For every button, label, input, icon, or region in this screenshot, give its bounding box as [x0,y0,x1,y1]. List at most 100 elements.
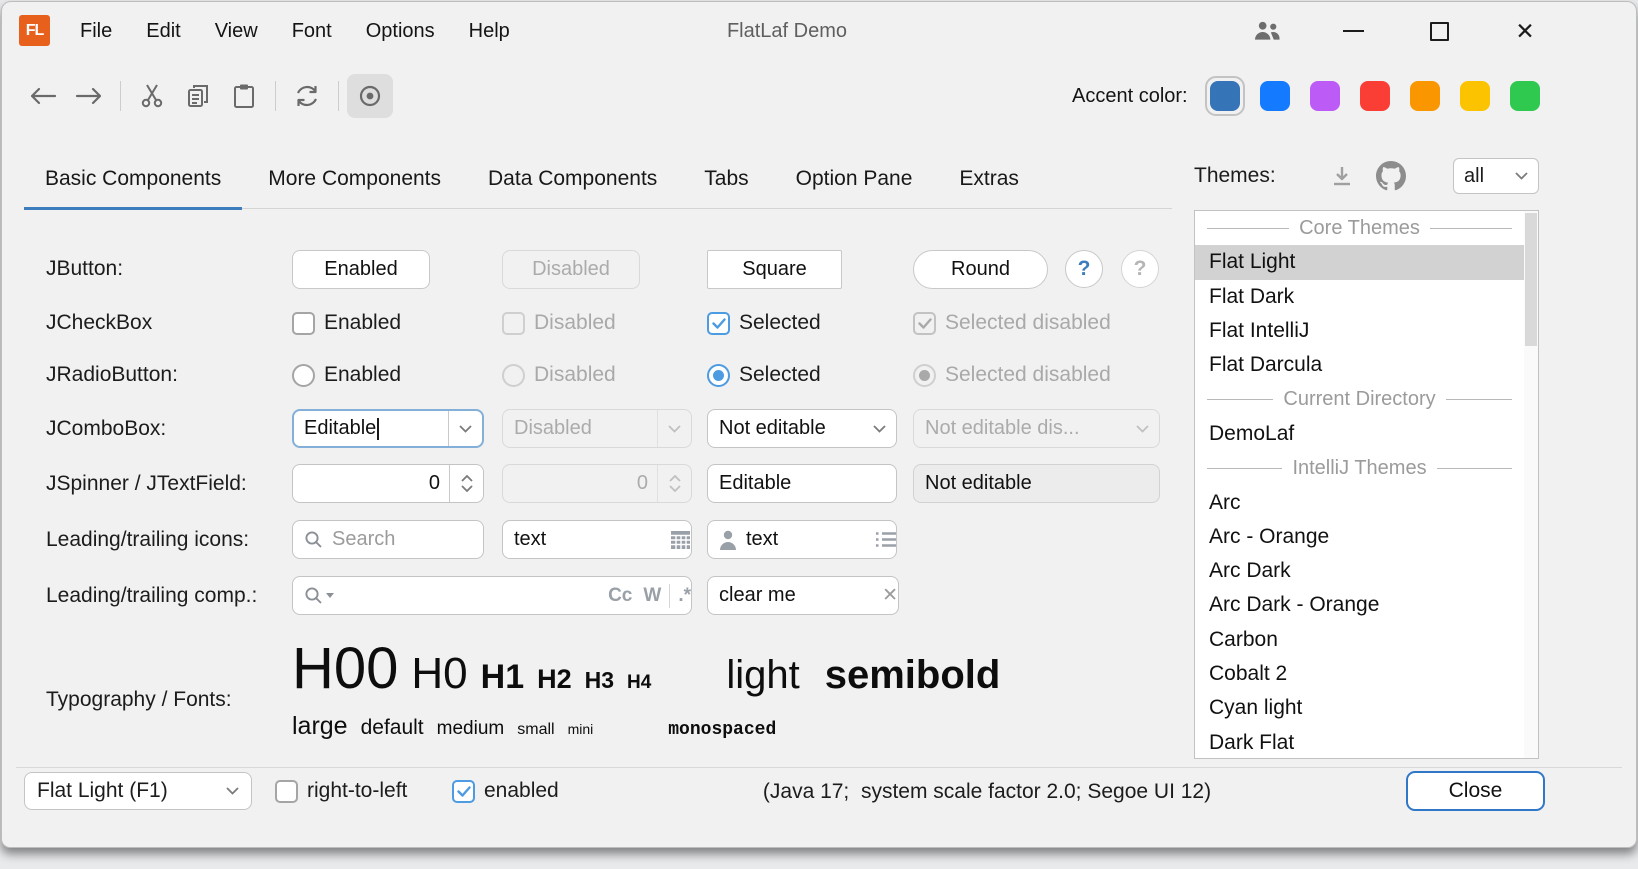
chevron-down-icon[interactable] [862,410,896,447]
enabled-button[interactable]: Enabled [292,250,430,289]
editable-combobox[interactable]: Editable [292,409,484,448]
theme-list-item[interactable]: Cyan light [1195,691,1524,725]
menu-help[interactable]: Help [469,20,510,43]
forward-button[interactable] [66,74,112,118]
tab-option-pane[interactable]: Option Pane [775,150,934,208]
clearable-field[interactable]: clear me ✕ [707,576,899,615]
h1-sample: H1 [481,658,524,697]
accent-swatch-default-blue[interactable] [1210,81,1240,111]
paste-button[interactable] [221,74,267,118]
radio-icon [292,364,315,387]
theme-list-item[interactable]: Flat Dark [1195,280,1524,314]
theme-list-item[interactable]: Arc Dark - Orange [1195,588,1524,622]
regex-toggle[interactable]: .* [678,585,691,607]
help-button[interactable]: ? [1065,250,1103,288]
radio-selected[interactable]: Selected [707,360,821,390]
calendar-icon[interactable] [670,530,691,549]
square-button[interactable]: Square [707,250,842,289]
theme-list-item[interactable]: Arc [1195,485,1524,519]
search-field-with-options[interactable]: Cc W .* [292,576,692,615]
spinner-buttons[interactable] [449,465,483,502]
noneditable-combobox[interactable]: Not editable [707,409,897,448]
users-icon[interactable] [1254,18,1280,44]
radio-selected-icon [707,364,730,387]
tab-basic-components[interactable]: Basic Components [24,150,242,208]
menu-bar: File Edit View Font Options Help [80,2,510,60]
close-dialog-button[interactable]: Close [1406,771,1545,811]
match-case-toggle[interactable]: Cc [608,585,632,607]
clear-icon[interactable]: ✕ [882,584,898,607]
show-hint-toggle-button[interactable] [347,74,393,118]
theme-list-item[interactable]: Flat Light [1195,245,1524,279]
accent-swatch-purple[interactable] [1310,81,1340,111]
tab-tabs[interactable]: Tabs [683,150,769,208]
menu-file[interactable]: File [80,20,112,43]
accent-swatch-green[interactable] [1510,81,1540,111]
checkbox-label: Disabled [534,311,616,335]
theme-list-item[interactable]: Flat Darcula [1195,348,1524,382]
list-icon[interactable] [875,531,896,548]
cut-button[interactable] [129,74,175,118]
checkbox-checked-icon [452,780,475,803]
themes-list: Core Themes Flat Light Flat Dark Flat In… [1194,210,1539,759]
maximize-button[interactable] [1426,18,1452,44]
theme-list-item[interactable]: Carbon [1195,623,1524,657]
disabled-button: Disabled [502,250,640,289]
checkbox-selected-disabled: Selected disabled [913,308,1111,338]
close-button[interactable]: ✕ [1512,18,1538,44]
accent-color-picker: Accent color: [1072,68,1540,124]
menu-edit[interactable]: Edit [146,20,180,43]
github-icon[interactable] [1376,161,1406,191]
download-icon[interactable] [1330,164,1354,188]
theme-list-item[interactable]: Dark Flat [1195,725,1524,759]
search-field[interactable]: Search [292,520,484,559]
chevron-down-icon[interactable] [448,411,482,446]
window-controls: ✕ [1254,2,1538,60]
refresh-button[interactable] [284,74,330,118]
leading-trailing-icons-row-label: Leading/trailing icons: [46,528,249,552]
text-field-with-calendar[interactable]: text [502,520,692,559]
jcheckbox-row-label: JCheckBox [46,311,152,335]
theme-list-item[interactable]: Arc Dark [1195,554,1524,588]
themes-filter-combobox[interactable]: all [1453,158,1539,194]
minimize-button[interactable] [1340,18,1366,44]
checkbox-icon [292,312,315,335]
accent-swatch-yellow[interactable] [1460,81,1490,111]
checkbox-selected[interactable]: Selected [707,308,821,338]
theme-group-separator: IntelliJ Themes [1195,451,1524,485]
combobox-value: Disabled [514,417,592,440]
spinner[interactable]: 0 [292,464,484,503]
theme-list-item[interactable]: Cobalt 2 [1195,657,1524,691]
accent-swatch-orange[interactable] [1410,81,1440,111]
theme-list-item[interactable]: Arc - Orange [1195,520,1524,554]
text-field-with-user[interactable]: text [707,520,897,559]
checkbox-enabled[interactable]: Enabled [292,308,401,338]
laf-combobox-value: Flat Light (F1) [37,779,168,803]
whole-word-toggle[interactable]: W [643,585,661,607]
accent-swatch-red[interactable] [1360,81,1390,111]
radio-icon [502,364,525,387]
theme-list-item[interactable]: DemoLaf [1195,417,1524,451]
help-button-disabled: ? [1121,250,1159,288]
copy-button[interactable] [175,74,221,118]
menu-view[interactable]: View [215,20,258,43]
laf-combobox[interactable]: Flat Light (F1) [24,772,252,810]
menu-options[interactable]: Options [366,20,435,43]
tab-data-components[interactable]: Data Components [467,150,678,208]
round-button[interactable]: Round [913,250,1048,289]
search-with-dropdown-icon[interactable] [304,586,334,605]
accent-swatch-blue[interactable] [1260,81,1290,111]
themes-scrollbar-thumb[interactable] [1525,213,1537,346]
minimize-icon [1343,30,1364,33]
tab-extras[interactable]: Extras [938,150,1040,208]
themes-scrollbar[interactable] [1524,211,1538,758]
right-to-left-checkbox[interactable]: right-to-left [275,776,407,806]
editable-textfield[interactable]: Editable [707,464,897,503]
menu-font[interactable]: Font [292,20,332,43]
light-sample: light [726,653,799,698]
tab-more-components[interactable]: More Components [247,150,462,208]
enabled-checkbox[interactable]: enabled [452,776,559,806]
radio-enabled[interactable]: Enabled [292,360,401,390]
back-button[interactable] [20,74,66,118]
theme-list-item[interactable]: Flat IntelliJ [1195,314,1524,348]
